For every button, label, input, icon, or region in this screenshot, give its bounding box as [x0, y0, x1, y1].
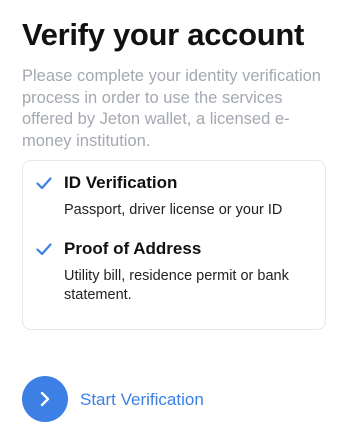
- checkmark-icon: [36, 177, 52, 190]
- requirements-card: ID Verification Passport, driver license…: [22, 160, 326, 330]
- start-verification-label[interactable]: Start Verification: [80, 390, 204, 410]
- requirement-description: Utility bill, residence permit or bank s…: [64, 268, 289, 303]
- page-title: Verify your account: [22, 17, 305, 52]
- requirement-description: Passport, driver license or your ID: [64, 202, 283, 218]
- intro-description: Please complete your identity verificati…: [22, 67, 321, 150]
- requirement-title: ID Verification: [64, 173, 178, 192]
- chevron-right-icon: [40, 391, 50, 407]
- requirement-title: Proof of Address: [64, 239, 202, 258]
- start-verification-circle[interactable]: [22, 376, 68, 422]
- checkmark-icon: [36, 243, 52, 256]
- start-verification-button[interactable]: Start Verification: [22, 376, 242, 424]
